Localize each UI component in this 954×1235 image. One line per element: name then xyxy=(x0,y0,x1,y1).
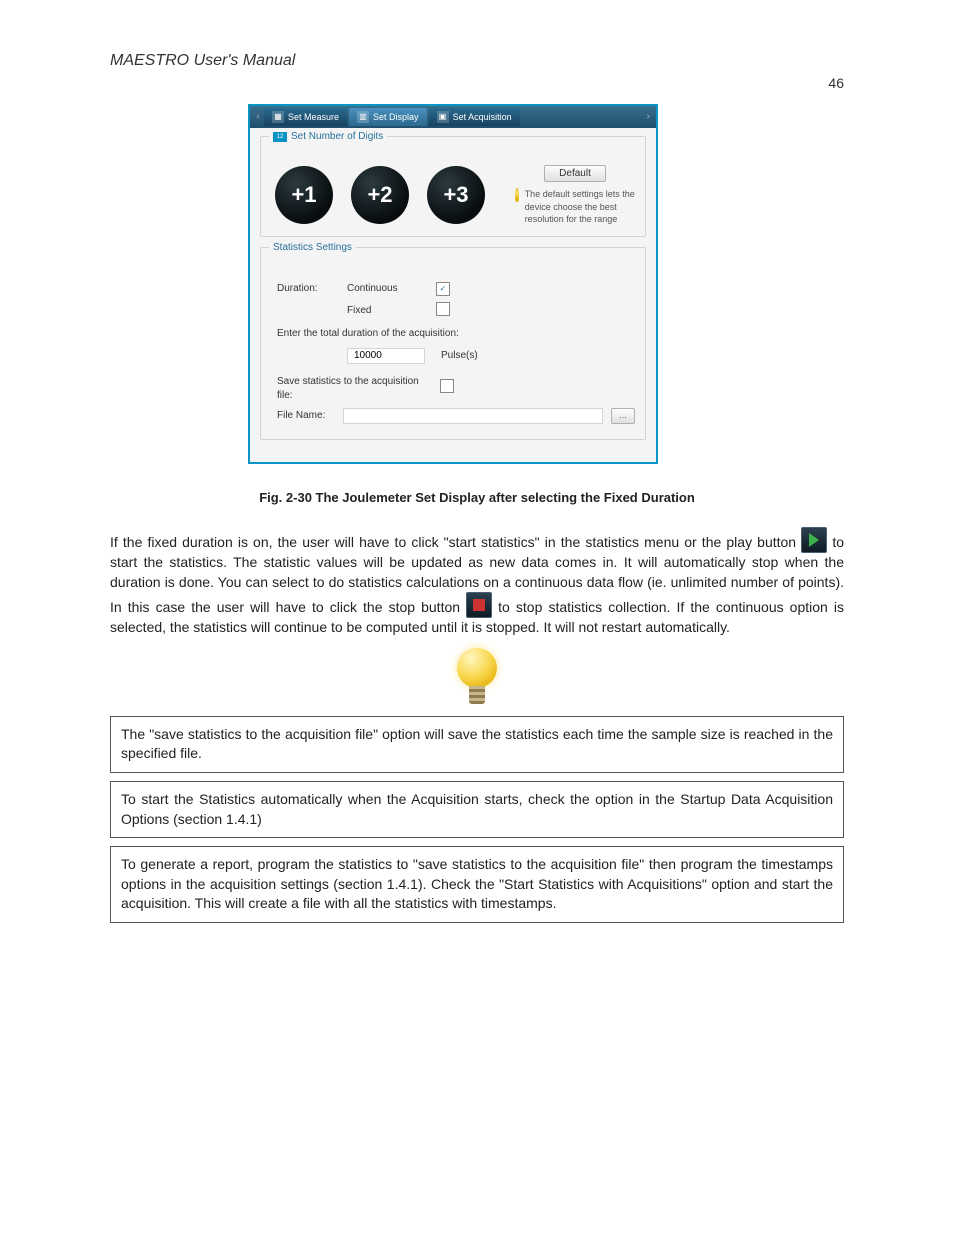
save-stats-label: Save statistics to the acquisition file: xyxy=(271,375,435,403)
group-title: Statistics Settings xyxy=(269,241,356,255)
group-statistics-settings: Statistics Settings Duration: Continuous… xyxy=(260,247,646,440)
fixed-label: Fixed xyxy=(347,304,431,318)
ribbon-bar: ‹ ▦ Set Measure ▥ Set Display ▣ Set Acqu… xyxy=(250,106,656,128)
continuous-checkbox[interactable]: ✓ xyxy=(436,282,450,296)
tip-bulb-icon xyxy=(453,648,501,708)
ribbon-scroll-right-icon: › xyxy=(642,110,654,124)
tip-box-1: The "save statistics to the acquisition … xyxy=(110,716,844,773)
duration-label: Duration: xyxy=(271,282,347,296)
tab-label: Set Measure xyxy=(288,111,339,124)
digits-title-icon: 12 xyxy=(273,132,287,142)
default-hint: The default settings lets the device cho… xyxy=(515,188,635,226)
default-button[interactable]: Default xyxy=(544,165,606,182)
digits-plus-1-button[interactable]: +1 xyxy=(275,166,333,224)
measure-icon: ▦ xyxy=(272,111,284,123)
duration-unit: Pulse(s) xyxy=(441,349,501,363)
tab-label: Set Acquisition xyxy=(453,111,512,124)
bulb-icon xyxy=(515,188,519,202)
body-paragraph-1: If the fixed duration is on, the user wi… xyxy=(110,527,844,638)
display-icon: ▥ xyxy=(357,111,369,123)
digits-plus-2-button[interactable]: +2 xyxy=(351,166,409,224)
tab-set-measure[interactable]: ▦ Set Measure xyxy=(264,108,347,126)
browse-button[interactable]: … xyxy=(611,408,635,424)
page-number: 46 xyxy=(110,74,844,94)
ribbon-scroll-left-icon: ‹ xyxy=(252,110,264,124)
save-stats-checkbox[interactable] xyxy=(440,379,454,393)
duration-input[interactable] xyxy=(347,348,425,364)
group-number-of-digits: 12 Set Number of Digits +1 +2 +3 Default… xyxy=(260,136,646,237)
continuous-label: Continuous xyxy=(347,282,431,296)
acquisition-icon: ▣ xyxy=(437,111,449,123)
digits-plus-3-button[interactable]: +3 xyxy=(427,166,485,224)
figure-caption: Fig. 2-30 The Joulemeter Set Display aft… xyxy=(110,489,844,507)
enter-total-label: Enter the total duration of the acquisit… xyxy=(271,327,459,341)
tip-box-3: To generate a report, program the statis… xyxy=(110,846,844,923)
tip-box-2: To start the Statistics automatically wh… xyxy=(110,781,844,838)
document-title: MAESTRO User's Manual xyxy=(110,50,844,72)
play-icon xyxy=(801,527,827,553)
stop-icon xyxy=(466,592,492,618)
filename-input[interactable] xyxy=(343,408,603,424)
tab-set-display[interactable]: ▥ Set Display xyxy=(349,108,427,126)
group-title: 12 Set Number of Digits xyxy=(269,130,387,144)
settings-panel-screenshot: ‹ ▦ Set Measure ▥ Set Display ▣ Set Acqu… xyxy=(248,104,658,464)
fixed-checkbox[interactable] xyxy=(436,302,450,316)
tab-label: Set Display xyxy=(373,111,419,124)
tab-set-acquisition[interactable]: ▣ Set Acquisition xyxy=(429,108,520,126)
filename-label: File Name: xyxy=(271,409,343,423)
